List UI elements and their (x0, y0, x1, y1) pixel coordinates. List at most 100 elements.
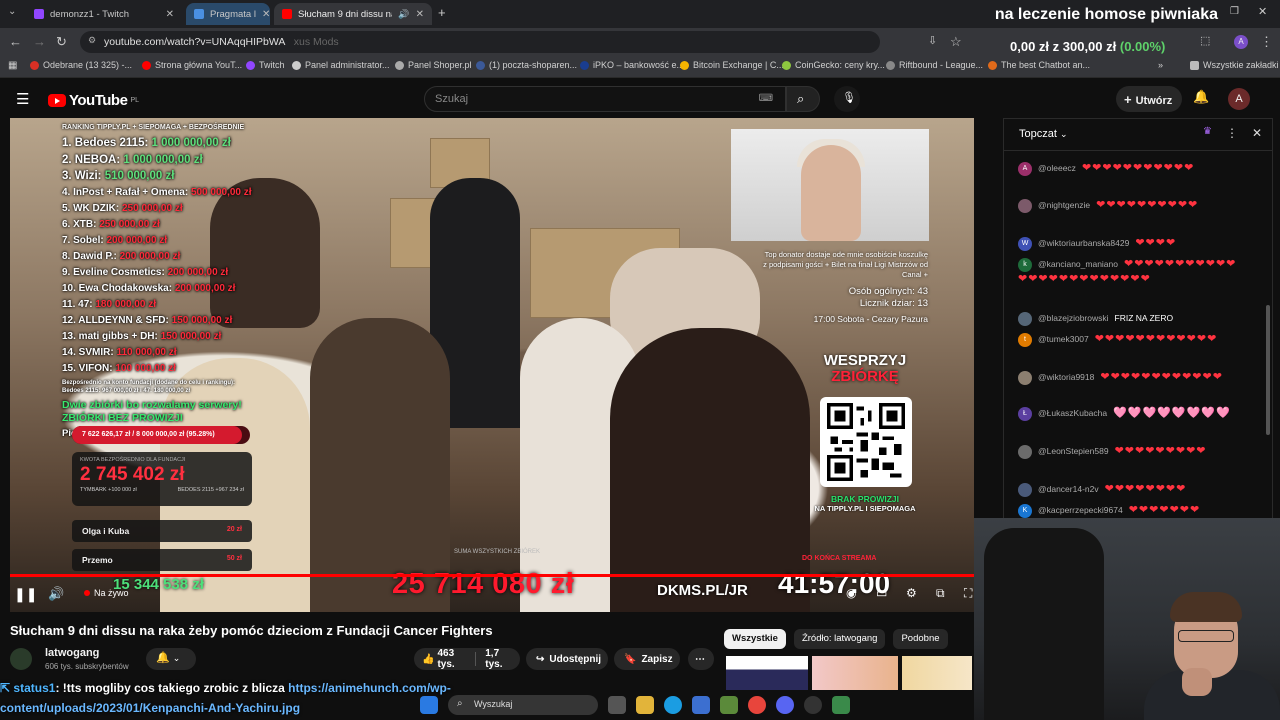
chat-message[interactable]: @wiktoria9918 ❤❤❤❤❤❤❤❤❤❤❤❤ (1018, 370, 1244, 385)
bookmark-item[interactable]: Panel Shoper.pl (395, 60, 472, 70)
bookmark-item[interactable]: Bitcoin Exchange | C... (680, 60, 784, 70)
close-tab-icon[interactable]: ✕ (166, 9, 174, 20)
youtube-icon (142, 60, 151, 70)
close-tab-icon[interactable]: ✕ (416, 9, 424, 20)
bookmark-item[interactable]: Twitch (246, 60, 285, 70)
thumbs-up-icon[interactable]: 👍 (422, 654, 434, 665)
channel-avatar[interactable] (10, 648, 32, 670)
ranking-value: 150 000,00 zł (160, 330, 222, 342)
subscription-bell-button[interactable]: 🔔 ⌄ (146, 648, 196, 670)
tab-list-chevron-icon[interactable]: ⌄ (8, 6, 16, 17)
share-button[interactable]: ↪ Udostępnij (526, 648, 608, 670)
save-button[interactable]: 🔖 Zapisz (614, 648, 680, 670)
chat-message[interactable]: @blazejziobrowski FRIZ NA ZERO (1018, 311, 1244, 326)
bookmark-item[interactable]: The best Chatbot an... (988, 60, 1090, 70)
bookmark-item[interactable]: iPKO – bankowość e... (580, 60, 684, 70)
chip-source[interactable]: Źródło: latwogang (793, 629, 886, 649)
keyboard-icon[interactable]: ⌨ (759, 93, 773, 104)
restore-window-icon[interactable]: ❐ (1230, 6, 1239, 17)
search-input[interactable]: Szukaj ⌨ (424, 86, 786, 112)
reload-icon[interactable]: ↻ (56, 34, 67, 50)
chat-scrollbar[interactable] (1266, 155, 1270, 515)
taskbar-search[interactable]: ⌕ Wyszukaj (448, 695, 598, 715)
bookmark-item[interactable]: Strona główna YouT... (142, 60, 242, 70)
chat-message[interactable]: t @tumek3007 ❤❤❤❤❤❤❤❤❤❤❤❤ (1018, 332, 1244, 347)
create-button[interactable]: + Utwórz (1116, 86, 1182, 112)
more-bookmarks-icon[interactable]: » (1158, 60, 1163, 70)
bookmark-item[interactable]: CoinGecko: ceny kry... (782, 60, 885, 70)
chat-message[interactable]: @LeonStepien589 ❤❤❤❤❤❤❤❤❤ (1018, 444, 1244, 459)
discord-icon[interactable] (776, 696, 794, 714)
close-chat-icon[interactable]: ✕ (1252, 126, 1262, 140)
ranking-value: 1 000 000,00 zł (123, 153, 203, 166)
app-icon[interactable] (832, 696, 850, 714)
new-tab-icon[interactable]: + (438, 5, 446, 20)
all-bookmarks[interactable]: Wszystkie zakładki (1190, 60, 1279, 70)
no-fee-line-2: NA TIPPLY.PL I SIEPOMAGA (814, 504, 916, 513)
chat-message[interactable]: K @kacperrzepecki9674 ❤❤❤❤❤❤❤ (1018, 503, 1244, 518)
chat-message[interactable]: Ł @ŁukaszKubacha 🩷🩷🩷🩷🩷🩷🩷🩷 (1018, 406, 1244, 421)
url-field[interactable]: ⚙ youtube.com/watch?v=UNAqqHIPbWA xus Mo… (80, 31, 880, 53)
chip-similar[interactable]: Podobne (893, 629, 948, 649)
search-button[interactable]: ⌕ (786, 86, 820, 112)
fullscreen-icon[interactable]: ⛶ (964, 586, 972, 601)
chat-message[interactable]: k @kanciano_maniano ❤❤❤❤❤❤❤❤❤❤❤❤❤❤❤❤❤❤❤❤❤❤… (1018, 257, 1244, 287)
channel-name[interactable]: latwogang (45, 647, 99, 659)
chat-message[interactable]: @dancer14-n2v ❤❤❤❤❤❤❤❤ (1018, 482, 1244, 497)
chat-message[interactable]: W @wiktoriaurbanska8429 ❤❤❤❤ (1018, 236, 1244, 251)
hamburger-menu-icon[interactable]: ☰ (16, 90, 29, 108)
volume-icon[interactable]: 🔊 (48, 586, 64, 602)
settings-gear-icon[interactable]: ⚙ (906, 586, 917, 600)
second-count[interactable]: 1,7 tys. (485, 648, 512, 670)
task-view-icon[interactable] (608, 696, 626, 714)
close-window-icon[interactable]: ✕ (1258, 5, 1267, 18)
chat-mode-dropdown[interactable]: Topczat ⌄ (1019, 128, 1068, 140)
edge-icon[interactable] (664, 696, 682, 714)
speaker-icon[interactable]: 🔊 (398, 9, 409, 20)
back-icon[interactable]: ← (9, 34, 22, 49)
chat-message[interactable]: @nightgenzie ❤❤❤❤❤❤❤❤❤❤ (1018, 198, 1244, 213)
pause-icon[interactable]: ❚❚ (14, 586, 37, 603)
install-app-icon[interactable]: ⇩ (928, 34, 937, 47)
glasses (1178, 630, 1234, 642)
autoplay-toggle-icon[interactable]: ◉ (846, 586, 856, 600)
close-tab-icon[interactable]: ✕ (262, 9, 270, 20)
tab-twitch[interactable]: demonzz1 - Twitch ✕ (26, 3, 182, 25)
url-text: youtube.com/watch?v=UNAqqHIPbWA (104, 36, 285, 48)
bookmark-star-icon[interactable]: ☆ (950, 34, 962, 50)
tab-youtube-active[interactable]: Słucham 9 dni dissu na raka 🔊 ✕ (274, 3, 432, 25)
bookmark-item[interactable]: Riftbound - League... (886, 60, 983, 70)
forward-icon[interactable]: → (33, 34, 46, 49)
site-info-icon[interactable]: ⚙ (88, 35, 96, 46)
extension-icon[interactable]: ⬚ (1200, 34, 1210, 47)
like-dislike-group[interactable]: 👍 463 tys. 1,7 tys. (414, 648, 520, 670)
ranking-name: 11. 47: (62, 298, 93, 310)
chat-message[interactable]: A @oleeecz ❤❤❤❤❤❤❤❤❤❤❤ (1018, 161, 1244, 176)
chip-all[interactable]: Wszystkie (724, 629, 786, 649)
minecraft-icon[interactable] (720, 696, 738, 714)
more-actions-button[interactable]: ⋯ (688, 648, 714, 670)
voice-search-button[interactable]: 🎙 (834, 86, 860, 112)
subtitles-icon[interactable]: ▭ (876, 586, 887, 600)
bookmark-item[interactable]: Panel administrator... (292, 60, 390, 70)
account-avatar[interactable]: A (1228, 88, 1250, 110)
chrome-icon[interactable] (748, 696, 766, 714)
miniplayer-icon[interactable]: ⧉ (936, 586, 945, 601)
apps-grid-icon[interactable]: ▦ (8, 60, 17, 71)
live-dot-icon (84, 590, 90, 596)
crown-icon[interactable]: ♛ (1203, 126, 1212, 140)
no-fee-banner: BRAK PROWIZJI NA TIPPLY.PL I SIEPOMAGA (800, 494, 930, 514)
chat-scroll-thumb[interactable] (1266, 305, 1270, 435)
more-options-icon[interactable]: ⋮ (1226, 126, 1238, 140)
profile-icon[interactable]: A (1234, 35, 1248, 49)
windows-start-icon[interactable] (420, 696, 438, 714)
tab-pragmata[interactable]: Pragmata l ✕ (186, 3, 270, 25)
obs-icon[interactable] (804, 696, 822, 714)
store-icon[interactable] (692, 696, 710, 714)
menu-dots-icon[interactable]: ⋮ (1260, 34, 1273, 50)
file-explorer-icon[interactable] (636, 696, 654, 714)
youtube-logo[interactable]: YouTube PL (48, 92, 139, 109)
notifications-bell-icon[interactable]: 🔔 (1193, 89, 1209, 105)
bookmark-item[interactable]: Odebrane (13 325) -... (30, 60, 132, 70)
bookmark-item[interactable]: (1) poczta-shoparen... (476, 60, 577, 70)
